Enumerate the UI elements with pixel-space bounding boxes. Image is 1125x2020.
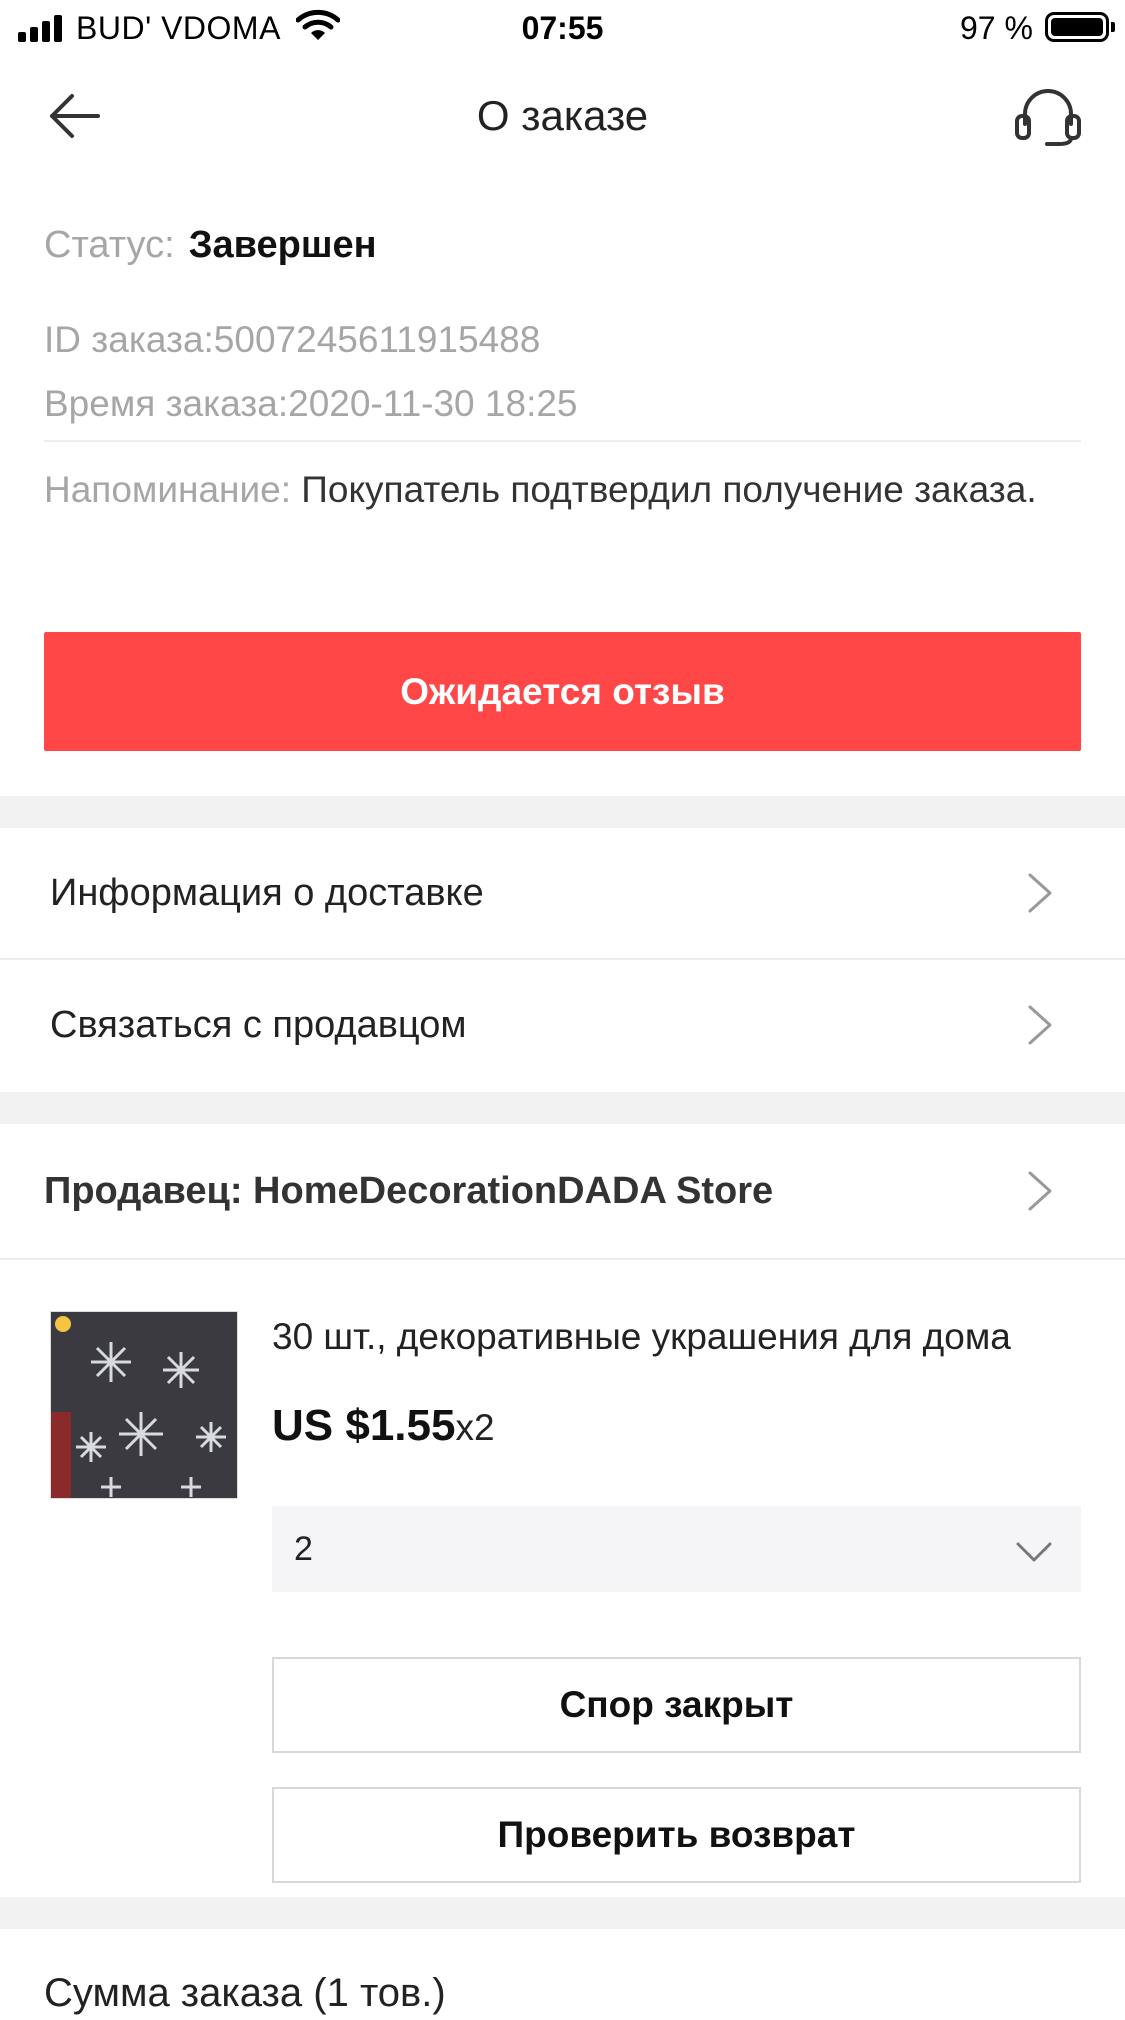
price-value: US $1.55 [272, 1401, 456, 1450]
reminder-label: Напоминание: [44, 469, 291, 510]
seller-row[interactable]: Продавец: HomeDecorationDADA Store [0, 1124, 1125, 1258]
order-time: Время заказа:2020-11-30 18:25 [44, 383, 578, 424]
seller-name: Продавец: HomeDecorationDADA Store [44, 1169, 774, 1212]
product-price: US $1.55x2 [272, 1398, 495, 1456]
dispute-closed-button[interactable]: Спор закрыт [272, 1657, 1081, 1753]
snowflake-decoration-image [51, 1312, 237, 1498]
divider [44, 440, 1081, 442]
product-quantity: x2 [455, 1407, 495, 1448]
order-id: ID заказа:5007245611915488 [44, 319, 541, 360]
chevron-down-icon [1016, 1542, 1052, 1562]
status-label: Статус: [44, 224, 175, 266]
contact-seller-label: Связаться с продавцом [50, 1003, 467, 1046]
order-summary-title: Сумма заказа (1 тов.) [44, 1971, 446, 2015]
sku-value: 2 [294, 1530, 313, 1568]
status-bar: BUD' VDOMA 07:55 97 % [0, 0, 1125, 56]
order-status: Статус: Завершен [44, 220, 377, 270]
headset-icon[interactable] [1013, 84, 1083, 148]
section-gap [0, 796, 1125, 828]
delivery-info-label: Информация о доставке [50, 871, 484, 914]
section-gap [0, 1897, 1125, 1929]
arrow-left-icon[interactable] [44, 88, 104, 144]
wifi-icon [296, 9, 340, 40]
order-reminder: Напоминание: Покупатель подтвердил получ… [44, 464, 1044, 516]
divider [0, 1258, 1125, 1260]
chevron-right-icon [1028, 1171, 1052, 1211]
reminder-text: Покупатель подтвердил получение заказа. [301, 469, 1037, 510]
battery-icon [1045, 12, 1115, 42]
leave-review-button[interactable]: Ожидается отзыв [44, 632, 1081, 751]
carrier-name: BUD' VDOMA [76, 10, 281, 46]
status-value: Завершен [188, 224, 377, 266]
product-title[interactable]: 30 шт., декоративные украшения для дома [272, 1312, 1092, 1362]
chevron-right-icon [1028, 1005, 1052, 1045]
sku-dropdown[interactable]: 2 [272, 1506, 1081, 1592]
product-image[interactable] [50, 1311, 238, 1499]
chevron-right-icon [1028, 873, 1052, 913]
signal-strength-icon [18, 14, 64, 42]
delivery-info-row[interactable]: Информация о доставке [0, 828, 1125, 958]
battery-percentage: 97 % [960, 10, 1033, 46]
clock: 07:55 [521, 10, 604, 46]
contact-seller-row[interactable]: Связаться с продавцом [0, 960, 1125, 1090]
section-gap [0, 1092, 1125, 1124]
page-title: О заказе [476, 92, 649, 139]
check-return-button[interactable]: Проверить возврат [272, 1787, 1081, 1883]
